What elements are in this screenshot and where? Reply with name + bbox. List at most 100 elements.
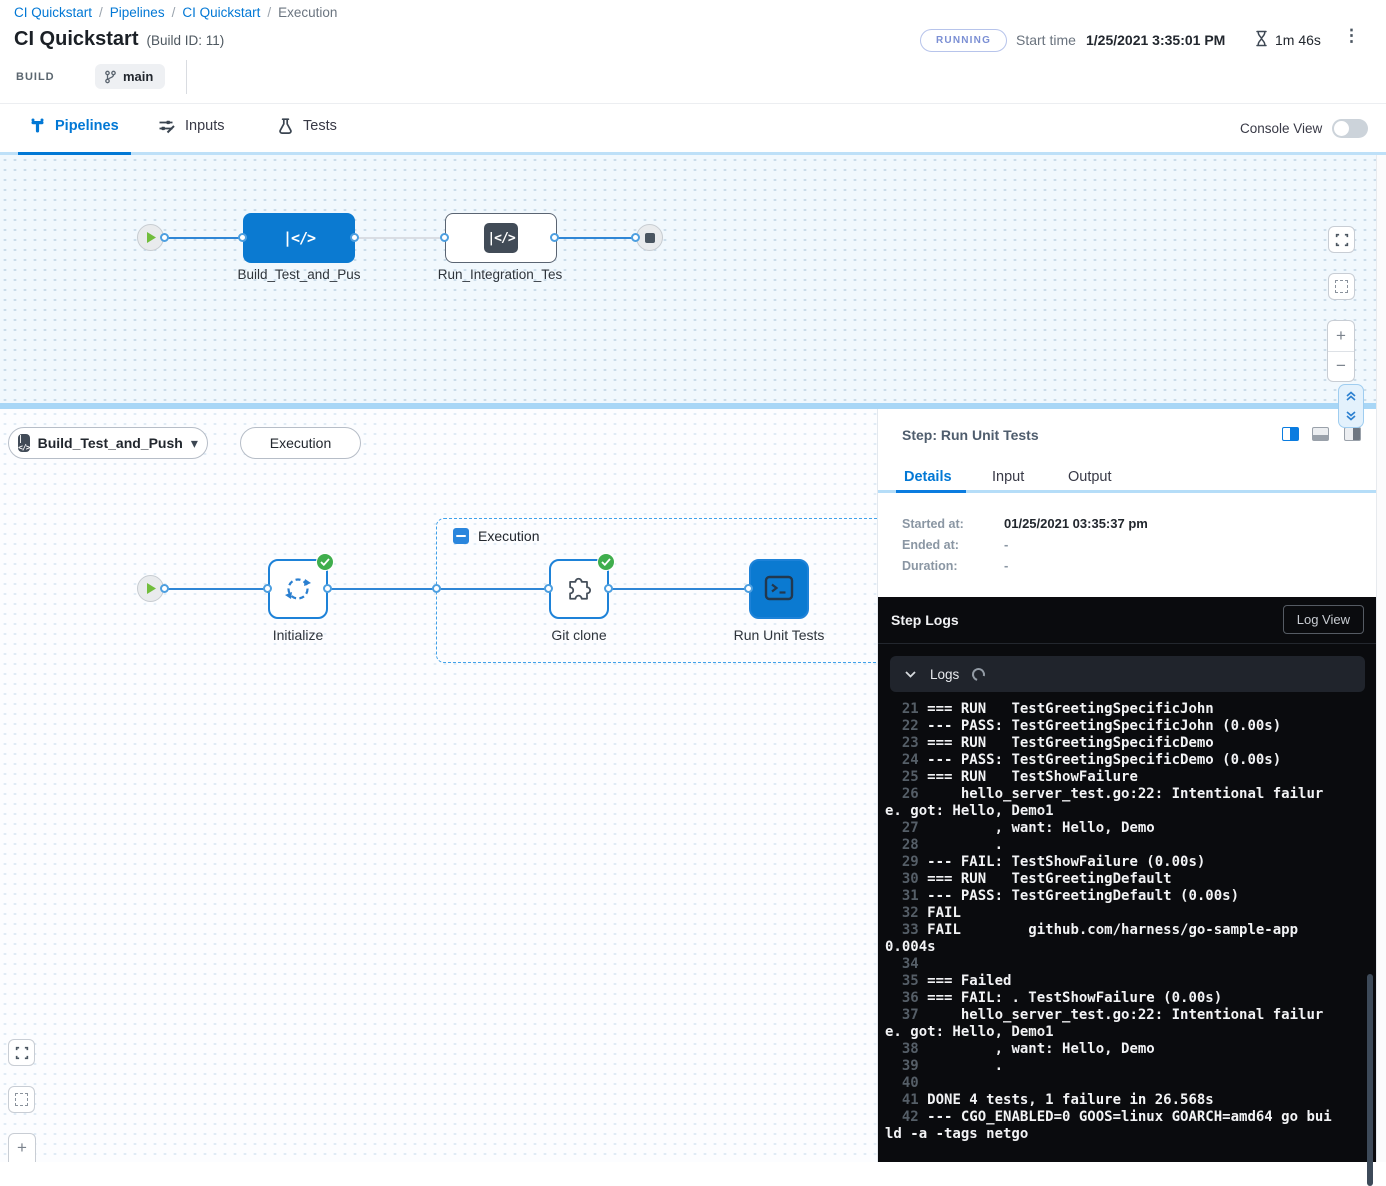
zoom-out-button[interactable]: − (1328, 352, 1354, 382)
git-branch-icon (104, 70, 117, 84)
step-node-run-unit-tests[interactable] (749, 559, 809, 619)
log-output: 21 === RUN TestGreetingSpecificJohn 22 -… (885, 701, 1337, 1143)
toggle-knob (1334, 121, 1349, 136)
step-node-git-clone[interactable] (549, 559, 609, 619)
node-port (160, 584, 169, 593)
expand-collapse-button[interactable] (1338, 384, 1364, 428)
play-icon (145, 231, 157, 244)
breadcrumb-link-pipeline[interactable]: CI Quickstart (182, 5, 260, 20)
logs-section-label: Logs (930, 667, 959, 682)
pipeline-canvas[interactable]: |</> Build_Test_and_Pus |</> Run_Integra… (0, 155, 1376, 403)
success-check-icon (316, 553, 334, 571)
stage-node-build-test-and-push[interactable]: |</> (243, 213, 355, 263)
tab-tests[interactable]: Tests (278, 118, 337, 134)
log-line: 24 --- PASS: TestGreetingSpecificDemo (0… (885, 752, 1337, 769)
collapse-group-icon[interactable] (453, 528, 469, 544)
zoom-in-button[interactable]: + (1328, 321, 1354, 352)
log-line: 27 , want: Hello, Demo (885, 820, 1337, 837)
node-port (350, 233, 359, 242)
tab-details[interactable]: Details (904, 469, 952, 485)
log-view-button[interactable]: Log View (1283, 605, 1364, 634)
breadcrumb-separator: / (267, 5, 271, 20)
execution-group-label: Execution (478, 528, 539, 544)
stage-label: Run_Integration_Tes (438, 267, 563, 282)
elapsed-time: 1m 46s (1275, 32, 1321, 48)
started-at-value: 01/25/2021 03:35:37 pm (1004, 516, 1148, 531)
duration-value: - (1004, 558, 1008, 573)
log-line: 30 === RUN TestGreetingDefault (885, 871, 1337, 888)
zoom-controls: + − (8, 1133, 36, 1162)
node-port (238, 233, 247, 242)
log-scrollbar-thumb[interactable] (1367, 974, 1373, 1186)
stop-icon (645, 233, 655, 243)
terminal-icon (764, 575, 794, 603)
step-label: Git clone (551, 627, 606, 643)
pipeline-icon (30, 118, 45, 134)
pipeline-end-node[interactable] (636, 224, 663, 251)
success-check-icon (597, 553, 615, 571)
tab-inputs-label: Inputs (185, 118, 225, 134)
fullscreen-button[interactable] (1328, 226, 1355, 253)
selection-mode-button[interactable] (8, 1086, 35, 1113)
status-badge: RUNNING (920, 29, 1007, 52)
execution-tabbar: Pipelines Inputs Tests Console View (0, 103, 1386, 155)
build-type-label: BUILD (16, 71, 55, 83)
log-line: 29 --- FAIL: TestShowFailure (0.00s) (885, 854, 1337, 871)
log-line: 21 === RUN TestGreetingSpecificJohn (885, 701, 1337, 718)
edge (609, 588, 749, 591)
fullscreen-icon (15, 1046, 29, 1060)
hourglass-icon (1254, 30, 1269, 47)
log-line: 36 === FAIL: . TestShowFailure (0.00s) (885, 990, 1337, 1007)
edge (165, 237, 243, 240)
layout-right-view-icon[interactable] (1344, 427, 1361, 441)
start-time-label: Start time (1016, 32, 1076, 48)
page-header: CI Quickstart/Pipelines/CI Quickstart/Ex… (0, 0, 1386, 103)
start-time-value: 1/25/2021 3:35:01 PM (1086, 32, 1225, 48)
logs-accordion-header[interactable]: Logs (890, 656, 1365, 692)
console-view-label: Console View (1240, 121, 1322, 136)
breadcrumb-link-ci-quickstart[interactable]: CI Quickstart (14, 5, 92, 20)
tab-pipelines[interactable]: Pipelines (30, 118, 119, 134)
chevrons-down-icon (1344, 409, 1358, 423)
zoom-in-button[interactable]: + (9, 1134, 35, 1162)
loading-spinner-icon (970, 665, 988, 683)
edge (355, 237, 445, 240)
step-node-initialize[interactable] (268, 559, 328, 619)
logs-body: Logs 21 === RUN TestGreetingSpecificJohn… (878, 643, 1377, 1162)
page-title: CI Quickstart(Build ID: 11) (14, 28, 224, 51)
log-line: 35 === Failed (885, 973, 1337, 990)
layout-bottom-view-icon[interactable] (1312, 427, 1329, 441)
stage-canvas[interactable]: |</> Build_Test_and_Push ▾ Execution Exe… (0, 409, 877, 1162)
node-port (544, 584, 553, 593)
flask-icon (278, 118, 293, 134)
play-icon (145, 582, 157, 595)
inputs-sliders-icon (158, 118, 175, 134)
execution-view-button[interactable]: Execution (240, 427, 361, 459)
node-port (263, 584, 272, 593)
panel-tab-active-underline (896, 490, 966, 493)
console-view-toggle[interactable] (1332, 119, 1368, 138)
tab-input[interactable]: Input (992, 469, 1024, 485)
node-port (604, 584, 613, 593)
breadcrumb-link-pipelines[interactable]: Pipelines (110, 5, 165, 20)
selection-mode-button[interactable] (1328, 273, 1355, 300)
log-line: 23 === RUN TestGreetingSpecificDemo (885, 735, 1337, 752)
stage-node-run-integration-tests[interactable]: |</> (445, 213, 557, 263)
kebab-menu-icon[interactable]: ⋮ (1343, 27, 1360, 44)
node-port (631, 233, 640, 242)
node-port (440, 233, 449, 242)
stage-selector-dropdown[interactable]: |</> Build_Test_and_Push ▾ (8, 427, 208, 459)
zoom-controls: + − (1327, 320, 1355, 382)
tab-output[interactable]: Output (1068, 469, 1112, 485)
log-line: 39 . (885, 1058, 1337, 1075)
page-scrollbar-gutter[interactable] (1376, 155, 1386, 1162)
step-details-panel: Step: Run Unit Tests Details Input Outpu… (877, 409, 1376, 1162)
branch-chip[interactable]: main (95, 64, 165, 89)
chevrons-up-icon (1344, 389, 1358, 403)
fullscreen-button[interactable] (8, 1039, 35, 1066)
layout-split-view-icon[interactable] (1282, 427, 1299, 441)
step-panel-title: Step: Run Unit Tests (902, 427, 1039, 443)
log-line: 22 --- PASS: TestGreetingSpecificJohn (0… (885, 718, 1337, 735)
tab-inputs[interactable]: Inputs (158, 118, 225, 134)
breadcrumb-separator: / (99, 5, 103, 20)
